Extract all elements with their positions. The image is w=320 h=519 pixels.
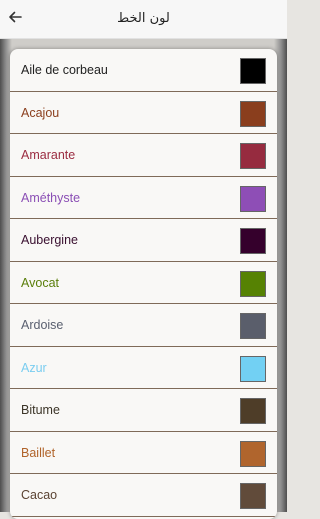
color-name-label: Bitume	[21, 403, 60, 417]
color-swatch	[240, 58, 266, 84]
color-swatch	[240, 483, 266, 509]
color-swatch	[240, 185, 266, 212]
color-name-label: Aile de corbeau	[21, 63, 108, 77]
list-item[interactable]: Avocat	[10, 262, 277, 304]
color-name-label: Améthyste	[21, 190, 81, 205]
color-swatch	[240, 355, 266, 382]
list-item[interactable]: Acajou	[10, 92, 277, 134]
list-item[interactable]: Ardoise	[10, 304, 277, 347]
color-swatch	[240, 313, 266, 339]
list-item[interactable]: Amarante	[10, 134, 277, 177]
color-name-label: Acajou	[21, 105, 60, 120]
page-title: لون الخط	[117, 11, 170, 26]
color-list: Aile de corbeau Acajou Amarante Améthyste Au…	[10, 49, 277, 519]
color-swatch	[240, 440, 266, 467]
list-item[interactable]: Bitume	[10, 389, 277, 432]
color-swatch	[240, 270, 266, 297]
list-item[interactable]: Baillet	[10, 432, 277, 474]
color-name-label: Ardoise	[21, 318, 64, 332]
color-name-label: Cacao	[21, 488, 58, 502]
color-swatch	[240, 143, 266, 169]
list-item[interactable]: Améthyste	[10, 177, 277, 219]
color-name-label: Amarante	[21, 148, 76, 162]
list-item[interactable]: Aile de corbeau	[10, 49, 277, 92]
list-item[interactable]: Aubergine	[10, 219, 277, 262]
color-name-label: Avocat	[21, 275, 59, 290]
color-swatch	[240, 398, 266, 424]
list-item[interactable]: Azur	[10, 347, 277, 389]
color-name-label: Azur	[21, 360, 47, 375]
color-swatch	[240, 228, 266, 254]
app-bar: لون الخط	[0, 0, 287, 39]
color-swatch	[240, 100, 266, 127]
color-name-label: Baillet	[21, 445, 56, 460]
list-item[interactable]: Cacao	[10, 474, 277, 517]
color-name-label: Aubergine	[21, 233, 78, 247]
